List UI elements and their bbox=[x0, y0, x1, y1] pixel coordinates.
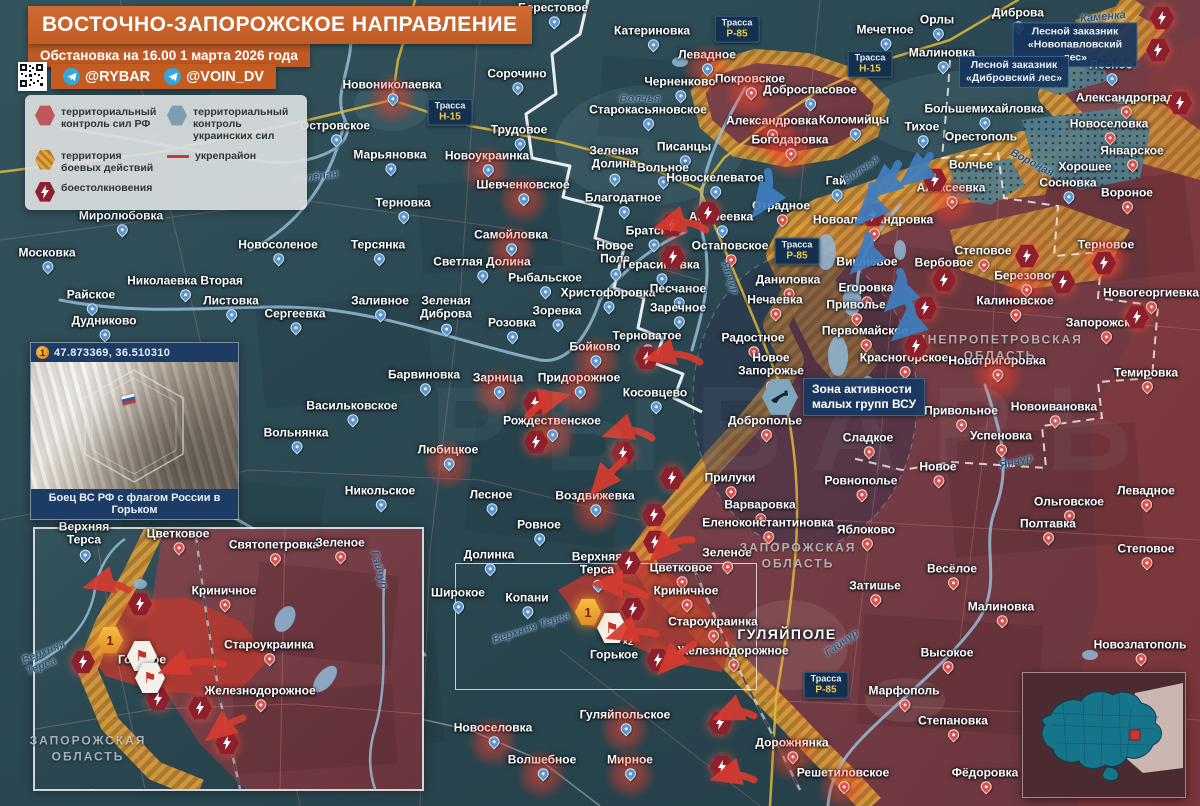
photo-coordinates: 47.873369, 36.510310 bbox=[54, 347, 170, 359]
telegram-handle-voin-dv[interactable]: @VOIN_DV bbox=[164, 68, 264, 85]
photo-marker-number: 1 bbox=[36, 346, 49, 359]
legend-item-fortified: укрепрайон bbox=[167, 149, 297, 174]
credits-bar: @RYBAR @VOIN_DV bbox=[18, 62, 276, 91]
telegram-handle-rybar[interactable]: @RYBAR bbox=[63, 68, 150, 85]
ukraine-minimap bbox=[1022, 672, 1186, 798]
fortified-line-icon bbox=[167, 155, 189, 158]
legend-item-clashes: боестолкновения bbox=[35, 181, 163, 202]
photo-caption: Боец ВС РФ с флагом России в Горьком bbox=[31, 489, 238, 519]
legend-item-combat-zone: территория боевых действий bbox=[35, 149, 163, 174]
photo-inset: 1 47.873369, 36.510310 Боец ВС РФ с флаг… bbox=[30, 342, 239, 520]
hexagon-watermark bbox=[31, 362, 238, 489]
title-banner: ВОСТОЧНО-ЗАПОРОЖСКОЕ НАПРАВЛЕНИЕ Обстано… bbox=[28, 6, 532, 67]
legend-item-rf-control: территориальный контроль сил РФ bbox=[35, 105, 163, 142]
uav-zone-label: Зона активности малых групп ВСУ bbox=[762, 378, 925, 416]
rf-control-icon bbox=[35, 105, 55, 126]
clash-icon bbox=[35, 181, 55, 202]
inset-zoom-map bbox=[33, 527, 424, 791]
ua-control-icon bbox=[167, 105, 187, 126]
minimap-focus-marker bbox=[1130, 730, 1140, 740]
legend: территориальный контроль сил РФ территор… bbox=[25, 95, 307, 210]
combat-zone-icon bbox=[35, 149, 55, 170]
uav-icon bbox=[762, 378, 798, 416]
photo-image bbox=[31, 362, 238, 489]
map-title: ВОСТОЧНО-ЗАПОРОЖСКОЕ НАПРАВЛЕНИЕ bbox=[28, 6, 532, 44]
inset-source-rectangle bbox=[455, 563, 757, 690]
qr-code bbox=[18, 62, 47, 91]
situation-map: БерестовоеКатериновкаЛевадноеЧерненковоП… bbox=[0, 0, 1200, 806]
telegram-icon bbox=[164, 68, 181, 85]
telegram-icon bbox=[63, 68, 80, 85]
uav-zone-text: Зона активности малых групп ВСУ bbox=[803, 378, 925, 416]
legend-item-ua-control: территориальный контроль украинских сил bbox=[167, 105, 297, 142]
